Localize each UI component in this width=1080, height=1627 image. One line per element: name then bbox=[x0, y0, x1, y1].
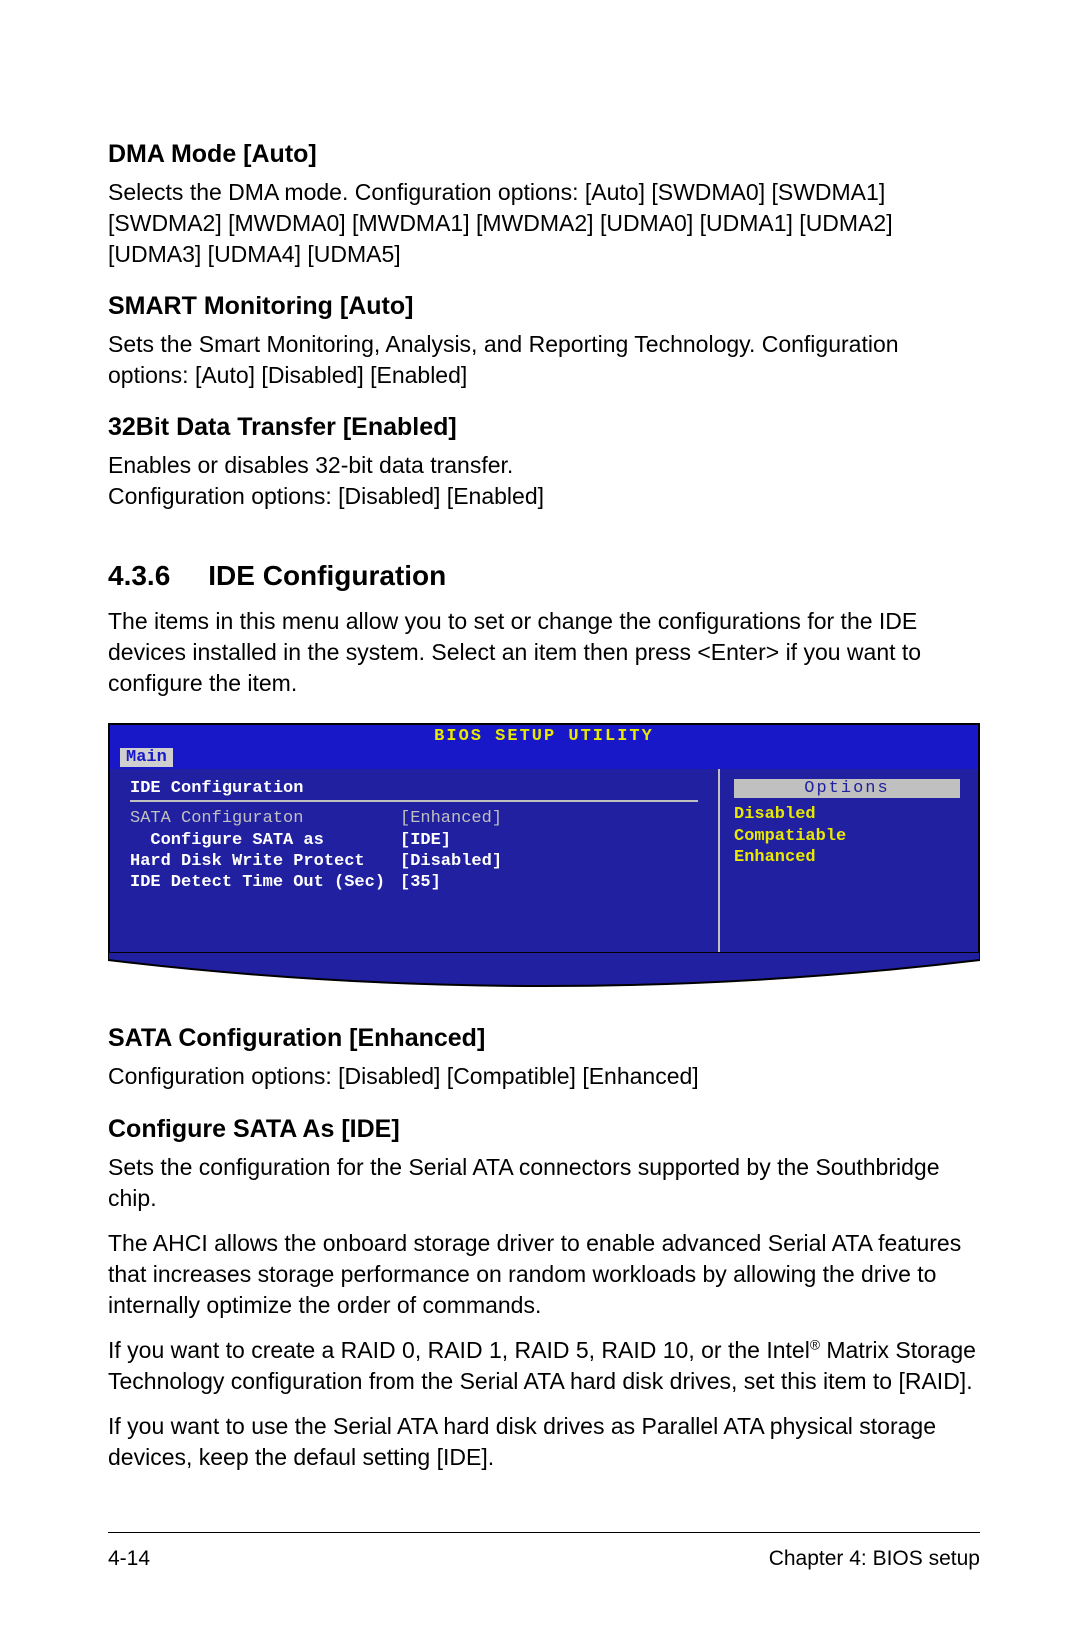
item-body-p2: The AHCI allows the onboard storage driv… bbox=[108, 1228, 980, 1321]
bios-screenshot: BIOS SETUP UTILITY Main IDE Configuratio… bbox=[108, 723, 980, 992]
item-heading-32bit: 32Bit Data Transfer [Enabled] bbox=[108, 413, 980, 442]
section-title: IDE Configuration bbox=[208, 560, 446, 592]
bios-tabbar: Main bbox=[108, 748, 980, 769]
item-body-p1: Sets the configuration for the Serial AT… bbox=[108, 1152, 980, 1214]
bios-options-header: Options bbox=[734, 779, 960, 798]
bios-left-panel: IDE Configuration SATA Configuraton [Enh… bbox=[110, 769, 718, 953]
item-heading-configure-sata-as: Configure SATA As [IDE] bbox=[108, 1115, 980, 1144]
section-heading: 4.3.6 IDE Configuration bbox=[108, 560, 980, 592]
footer-page-number: 4-14 bbox=[108, 1547, 150, 1571]
bios-row-hd-write-protect[interactable]: Hard Disk Write Protect [Disabled] bbox=[130, 851, 698, 872]
bios-row-ide-detect-timeout[interactable]: IDE Detect Time Out (Sec) [35] bbox=[130, 872, 698, 893]
bios-row-sata-config[interactable]: SATA Configuraton [Enhanced] bbox=[130, 808, 698, 829]
item-heading-sata-config: SATA Configuration [Enhanced] bbox=[108, 1024, 980, 1053]
section-intro: The items in this menu allow you to set … bbox=[108, 606, 980, 699]
item-body-32bit: Enables or disables 32-bit data transfer… bbox=[108, 450, 980, 512]
bios-right-panel: Options Disabled Compatiable Enhanced bbox=[718, 769, 978, 953]
page-content: DMA Mode [Auto] Selects the DMA mode. Co… bbox=[0, 0, 1080, 1533]
bios-value: [Enhanced] bbox=[400, 808, 502, 829]
item-body-sata-config: Configuration options: [Disabled] [Compa… bbox=[108, 1061, 980, 1092]
bios-tab-main[interactable]: Main bbox=[120, 748, 173, 767]
bios-label: IDE Detect Time Out (Sec) bbox=[130, 872, 400, 893]
bios-value: [IDE] bbox=[400, 830, 451, 851]
item-body-p3: If you want to create a RAID 0, RAID 1, … bbox=[108, 1335, 980, 1397]
bios-body: IDE Configuration SATA Configuraton [Enh… bbox=[108, 769, 980, 953]
bios-label: SATA Configuraton bbox=[130, 808, 400, 829]
page-footer: 4-14 Chapter 4: BIOS setup bbox=[108, 1532, 980, 1571]
bios-option-enhanced[interactable]: Enhanced bbox=[734, 847, 960, 868]
bios-row-configure-sata-as[interactable]: Configure SATA as [IDE] bbox=[130, 830, 698, 851]
bios-option-compatible[interactable]: Compatiable bbox=[734, 826, 960, 847]
bios-panel-title: IDE Configuration bbox=[130, 779, 698, 802]
bios-option-disabled[interactable]: Disabled bbox=[734, 804, 960, 825]
bios-bottom-curve bbox=[108, 952, 980, 992]
item-body-dma: Selects the DMA mode. Configuration opti… bbox=[108, 177, 980, 270]
bios-label: Configure SATA as bbox=[130, 830, 400, 851]
bios-value: [35] bbox=[400, 872, 441, 893]
item-heading-dma: DMA Mode [Auto] bbox=[108, 140, 980, 169]
item-heading-smart: SMART Monitoring [Auto] bbox=[108, 292, 980, 321]
bios-label: Hard Disk Write Protect bbox=[130, 851, 400, 872]
item-body-p4: If you want to use the Serial ATA hard d… bbox=[108, 1411, 980, 1473]
footer-chapter: Chapter 4: BIOS setup bbox=[769, 1547, 980, 1571]
bios-value: [Disabled] bbox=[400, 851, 502, 872]
item-body-smart: Sets the Smart Monitoring, Analysis, and… bbox=[108, 329, 980, 391]
section-number: 4.3.6 bbox=[108, 560, 170, 592]
bios-header: BIOS SETUP UTILITY bbox=[108, 723, 980, 748]
